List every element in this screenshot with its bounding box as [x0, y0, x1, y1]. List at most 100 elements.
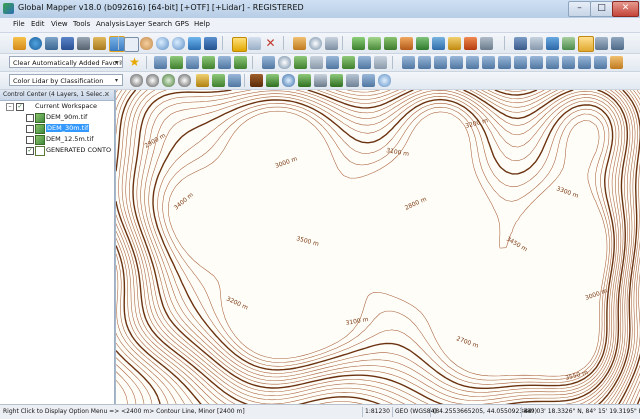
menu-analysis[interactable]: Analysis	[96, 20, 125, 28]
measure-line-icon[interactable]	[262, 56, 275, 69]
snap-icon[interactable]	[358, 56, 371, 69]
home-view-icon[interactable]	[204, 37, 217, 50]
lidar-color-combo[interactable]: Color Lidar by Classification ▾	[9, 74, 123, 86]
vegetation-icon[interactable]	[298, 74, 311, 87]
watershed-icon[interactable]	[400, 37, 413, 50]
map-view[interactable]: 2900 m 3000 m 3100 m 3200 m 3300 m 3400 m 3500…	[115, 90, 640, 404]
target-lidar-icon[interactable]	[282, 74, 295, 87]
ground-icon[interactable]	[330, 74, 343, 87]
split-line-icon[interactable]	[202, 56, 215, 69]
funnel-icon[interactable]	[196, 74, 209, 87]
menu-file[interactable]: File	[13, 20, 25, 28]
menu-gps[interactable]: GPS	[175, 20, 189, 28]
move-feature-icon[interactable]	[294, 56, 307, 69]
vertex-move-icon[interactable]	[434, 56, 447, 69]
join-line-icon[interactable]	[218, 56, 231, 69]
layer-checkbox[interactable]	[26, 125, 34, 133]
select-tool-icon[interactable]	[124, 37, 139, 52]
grid-icon[interactable]	[562, 37, 575, 50]
layer-row-contours[interactable]: ✓ GENERATED CONTO	[0, 146, 114, 156]
terrain-path-icon[interactable]	[352, 37, 365, 50]
target-icon[interactable]	[278, 56, 291, 69]
path-profile-icon[interactable]	[480, 37, 493, 50]
buffer-icon[interactable]	[234, 56, 247, 69]
menu-edit[interactable]: Edit	[31, 20, 45, 28]
vertex-crop-icon[interactable]	[514, 56, 527, 69]
scale-feature-icon[interactable]	[326, 56, 339, 69]
3d-view-icon[interactable]	[578, 36, 594, 52]
vertex-add-icon[interactable]	[402, 56, 415, 69]
contour-map[interactable]: 2900 m 3000 m 3100 m 3200 m 3300 m 3400 m 3500…	[116, 90, 640, 404]
edit-icon[interactable]	[374, 56, 387, 69]
vertex-smooth-icon[interactable]	[450, 56, 463, 69]
workspace-checkbox[interactable]: ✓	[16, 103, 24, 111]
contour-gen-icon[interactable]	[416, 37, 429, 50]
elevation-query-icon[interactable]	[384, 37, 397, 50]
menu-tools[interactable]: Tools	[73, 20, 90, 28]
layer-checkbox[interactable]	[26, 136, 34, 144]
lidar-profile-icon[interactable]	[228, 74, 241, 87]
print-icon[interactable]	[77, 37, 90, 50]
zoom-out-icon[interactable]	[172, 37, 185, 50]
layer-row-dem-30m[interactable]: DEM_30m.tif	[0, 124, 114, 134]
info-tool-icon[interactable]	[309, 37, 322, 50]
close-button[interactable]: ✕	[612, 1, 639, 17]
building-icon[interactable]	[314, 74, 327, 87]
vertex-simplify-icon[interactable]	[466, 56, 479, 69]
gear-icon[interactable]	[130, 74, 143, 87]
powerline-icon[interactable]	[346, 74, 359, 87]
control-center-icon[interactable]	[109, 36, 125, 52]
view-shed-icon[interactable]	[368, 37, 381, 50]
delete-x-icon[interactable]: ✕	[264, 37, 277, 50]
vertex-close-icon[interactable]	[498, 56, 511, 69]
lidar-filter-icon[interactable]	[162, 74, 175, 87]
previous-view-icon[interactable]	[188, 37, 201, 50]
tree-icon[interactable]	[266, 74, 279, 87]
lidar-draw-icon[interactable]	[362, 74, 375, 87]
vertex-offset-icon[interactable]	[578, 56, 591, 69]
layer-row-dem-12-5m[interactable]: DEM_12.5m.tif	[0, 135, 114, 145]
flag-icon[interactable]	[448, 37, 461, 50]
feature-info-icon[interactable]	[325, 37, 338, 50]
navigate-icon[interactable]	[530, 37, 543, 50]
lidar-class-icon[interactable]	[178, 74, 191, 87]
panel-close-icon[interactable]: ×	[104, 90, 110, 98]
lidar-settings-icon[interactable]	[146, 74, 159, 87]
volume-icon[interactable]	[432, 37, 445, 50]
vertex-fillet-icon[interactable]	[562, 56, 575, 69]
menu-layer[interactable]: Layer	[126, 20, 146, 28]
edit-vertex-icon[interactable]	[186, 56, 199, 69]
collapse-icon[interactable]: –	[6, 103, 14, 111]
digitizer-pencil-icon[interactable]	[232, 37, 247, 52]
open-folder-icon[interactable]	[13, 37, 26, 50]
globe-icon[interactable]	[29, 37, 42, 50]
menu-view[interactable]: View	[51, 20, 68, 28]
pan-hand-icon[interactable]	[140, 37, 153, 50]
rotate-feature-icon[interactable]	[310, 56, 323, 69]
config-wrench-icon[interactable]	[93, 37, 106, 50]
lidar-icon[interactable]	[464, 37, 477, 50]
draw-line-icon[interactable]	[154, 56, 167, 69]
minimize-button[interactable]: –	[568, 1, 591, 17]
layout-icon[interactable]	[611, 37, 624, 50]
ruler-icon[interactable]	[610, 56, 623, 69]
draw-area-icon[interactable]	[170, 56, 183, 69]
vertex-extend-icon[interactable]	[530, 56, 543, 69]
layer-checkbox[interactable]	[26, 114, 34, 122]
zoom-in-icon[interactable]	[156, 37, 169, 50]
shader-icon[interactable]	[546, 37, 559, 50]
measure-tool-icon[interactable]	[293, 37, 306, 50]
workspace-icon[interactable]	[45, 37, 58, 50]
attribute-icon[interactable]	[342, 56, 355, 69]
vertex-reverse-icon[interactable]	[482, 56, 495, 69]
copy-icon[interactable]	[248, 37, 261, 50]
layer-checkbox-checked[interactable]: ✓	[26, 147, 34, 155]
menu-help[interactable]: Help	[194, 20, 210, 28]
layer-row-dem-90m[interactable]: DEM_90m.tif	[0, 113, 114, 123]
workspace-row[interactable]: – ✓ Current Workspace	[0, 102, 114, 112]
lidar-search-icon[interactable]	[378, 74, 391, 87]
vertex-trim-icon[interactable]	[546, 56, 559, 69]
vertex-delete-icon[interactable]	[418, 56, 431, 69]
favorites-combo[interactable]: Clear Automatically Added Favorites ▾	[9, 56, 123, 68]
star-icon[interactable]: ★	[128, 56, 141, 69]
